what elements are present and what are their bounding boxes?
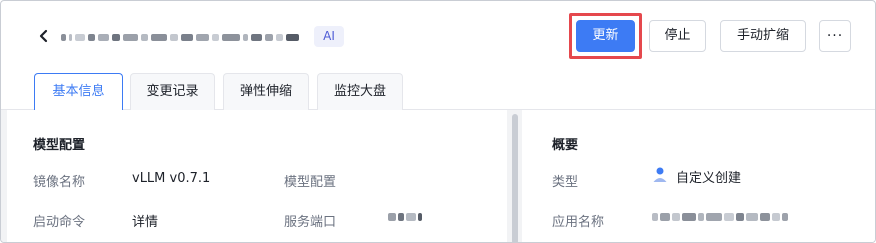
app-name-label: 应用名称	[552, 215, 605, 230]
model-config-title: 模型配置	[33, 138, 86, 153]
update-button[interactable]: 更新	[576, 20, 635, 52]
custom-create-icon	[653, 167, 667, 182]
start-command-details-link[interactable]: 详情	[132, 211, 158, 230]
image-name-label: 镜像名称	[33, 175, 86, 190]
stop-button[interactable]: 停止	[649, 20, 706, 52]
detail-tabs: 基本信息 变更记录 弹性伸缩 监控大盘	[1, 73, 875, 111]
model-config-panel: 模型配置 镜像名称 vLLM v0.7.1 模型配置 启动命令 详情 服务端口	[7, 110, 507, 242]
model-config-label: 模型配置	[284, 175, 337, 190]
ai-badge: AI	[314, 26, 344, 47]
page-header: AI 更新 停止 手动扩缩 ···	[1, 1, 875, 73]
app-detail-window: AI 更新 停止 手动扩缩 ··· 基本信息 变更记录 弹性伸缩 监控大盘 模型…	[0, 0, 876, 243]
chevron-left-icon[interactable]	[37, 27, 51, 45]
type-value: 自定义创建	[676, 171, 742, 186]
overview-panel: 概要 类型 自定义创建 应用名称	[522, 110, 875, 242]
service-port-value-redacted	[388, 213, 422, 221]
tab-auto-scaling[interactable]: 弹性伸缩	[223, 73, 309, 110]
more-options-button[interactable]: ···	[819, 20, 851, 52]
tab-monitoring-dashboard[interactable]: 监控大盘	[317, 73, 403, 110]
content-scrollbar[interactable]	[509, 110, 521, 242]
image-name-value: vLLM v0.7.1	[132, 171, 211, 186]
service-port-label: 服务端口	[284, 215, 337, 230]
app-title-redacted	[61, 29, 300, 45]
start-command-label: 启动命令	[33, 215, 86, 230]
app-name-value-redacted	[652, 213, 788, 221]
tab-change-history[interactable]: 变更记录	[130, 73, 215, 110]
overview-title: 概要	[552, 138, 579, 153]
type-label: 类型	[552, 175, 579, 190]
tab-basic-info[interactable]: 基本信息	[34, 73, 123, 111]
detail-content: 模型配置 镜像名称 vLLM v0.7.1 模型配置 启动命令 详情 服务端口 …	[1, 110, 875, 242]
manual-scale-button[interactable]: 手动扩缩	[720, 20, 806, 52]
scrollbar-thumb[interactable]	[512, 114, 518, 242]
